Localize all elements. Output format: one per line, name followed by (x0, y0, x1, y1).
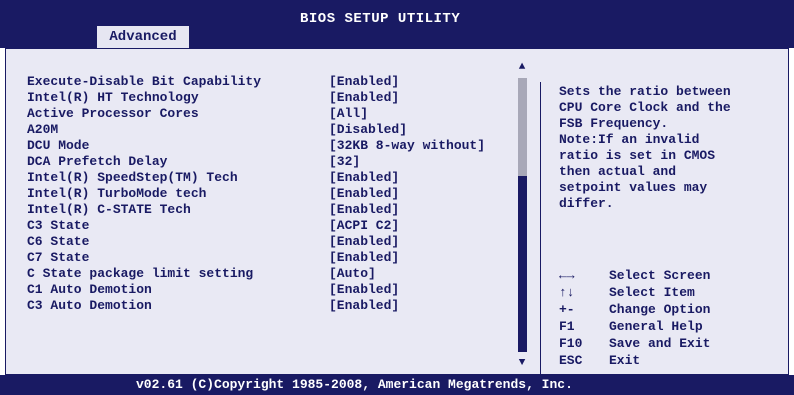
setting-row[interactable]: C1 Auto Demotion [Enabled] (27, 282, 485, 298)
setting-label: C State package limit setting (27, 266, 254, 281)
key-row: ←→ Select Screen (559, 267, 710, 284)
setting-label: DCU Mode (27, 138, 90, 153)
key-name: F1 (559, 319, 575, 334)
setting-value[interactable]: [Auto] (329, 266, 376, 282)
setting-label: C7 State (27, 250, 90, 265)
setting-label: Active Processor Cores (27, 106, 199, 121)
key-name: F10 (559, 336, 583, 351)
setting-value[interactable]: [Enabled] (329, 298, 399, 314)
setting-label: C3 State (27, 218, 90, 233)
key-row: F1 General Help (559, 318, 710, 335)
setting-row[interactable]: DCA Prefetch Delay [32] (27, 154, 485, 170)
help-line: CPU Core Clock and the (559, 100, 731, 115)
help-line: Sets the ratio between (559, 84, 731, 99)
scroll-thumb[interactable] (518, 78, 527, 176)
setting-row[interactable]: Intel(R) SpeedStep(TM) Tech [Enabled] (27, 170, 485, 186)
copyright-text: v02.61 (C)Copyright 1985-2008, American … (136, 377, 573, 392)
settings-list: Execute-Disable Bit Capability [Enabled] … (27, 74, 485, 314)
tab-advanced[interactable]: Advanced (97, 26, 189, 48)
setting-label: Intel(R) TurboMode tech (27, 186, 207, 201)
setting-label: Intel(R) HT Technology (27, 90, 199, 105)
key-action: Exit (609, 353, 641, 368)
scroll-track[interactable] (518, 176, 527, 352)
key-legend: ←→ Select Screen ↑↓ Select Item +- Change O… (559, 267, 710, 369)
key-name: ESC (559, 353, 583, 368)
setting-label: C6 State (27, 234, 90, 249)
setting-row[interactable]: A20M [Disabled] (27, 122, 485, 138)
setting-value[interactable]: [Enabled] (329, 186, 399, 202)
setting-label: DCA Prefetch Delay (27, 154, 168, 169)
key-action: Select Item (609, 285, 695, 300)
setting-value[interactable]: [Enabled] (329, 170, 399, 186)
panel-divider (540, 82, 541, 382)
setting-row[interactable]: C6 State [Enabled] (27, 234, 485, 250)
title-bar: BIOS SETUP UTILITY Advanced (0, 0, 794, 48)
footer-bar: v02.61 (C)Copyright 1985-2008, American … (0, 375, 794, 395)
setting-value[interactable]: [Enabled] (329, 250, 399, 266)
help-line: differ. (559, 196, 614, 211)
bios-title: BIOS SETUP UTILITY (300, 11, 461, 27)
key-action: Save and Exit (609, 336, 711, 351)
scrollbar[interactable]: ▲ ▼ (515, 60, 529, 370)
setting-label: Execute-Disable Bit Capability (27, 74, 262, 89)
setting-row[interactable]: Execute-Disable Bit Capability [Enabled] (27, 74, 485, 90)
key-action: Select Screen (609, 268, 711, 283)
key-row: ↑↓ Select Item (559, 284, 710, 301)
help-text: Sets the ratio between CPU Core Clock an… (559, 84, 779, 212)
setting-value[interactable]: [32] (329, 154, 360, 170)
key-name: ↑↓ (559, 285, 575, 300)
setting-row[interactable]: C State package limit setting [Auto] (27, 266, 485, 282)
setting-label: C1 Auto Demotion (27, 282, 152, 297)
setting-row[interactable]: DCU Mode [32KB 8-way without] (27, 138, 485, 154)
setting-row[interactable]: C3 State [ACPI C2] (27, 218, 485, 234)
setting-label: A20M (27, 122, 59, 137)
setting-row[interactable]: Intel(R) TurboMode tech [Enabled] (27, 186, 485, 202)
setting-value[interactable]: [Enabled] (329, 90, 399, 106)
setting-value[interactable]: [All] (329, 106, 368, 122)
key-name: +- (559, 302, 575, 317)
bios-screen: BIOS SETUP UTILITY Advanced Execute-Disa… (0, 0, 794, 395)
help-line: then actual and (559, 164, 677, 179)
setting-value[interactable]: [32KB 8-way without] (329, 138, 485, 154)
scroll-up-arrow-icon[interactable]: ▲ (515, 60, 529, 74)
setting-value[interactable]: [ACPI C2] (329, 218, 399, 234)
setting-value[interactable]: [Disabled] (329, 122, 407, 138)
key-action: General Help (609, 319, 703, 334)
setting-row[interactable]: Intel(R) HT Technology [Enabled] (27, 90, 485, 106)
help-line: ratio is set in CMOS (559, 148, 716, 163)
setting-label: Intel(R) C-STATE Tech (27, 202, 191, 217)
setting-value[interactable]: [Enabled] (329, 282, 399, 298)
setting-row[interactable]: C7 State [Enabled] (27, 250, 485, 266)
key-name: ←→ (559, 268, 575, 283)
setting-row[interactable]: Intel(R) C-STATE Tech [Enabled] (27, 202, 485, 218)
key-row: ESC Exit (559, 352, 710, 369)
setting-label: Intel(R) SpeedStep(TM) Tech (27, 170, 238, 185)
help-line: Note:If an invalid (559, 132, 700, 147)
setting-row[interactable]: C3 Auto Demotion [Enabled] (27, 298, 485, 314)
help-line: setpoint values may (559, 180, 708, 195)
setting-row[interactable]: Active Processor Cores [All] (27, 106, 485, 122)
key-row: F10 Save and Exit (559, 335, 710, 352)
setting-value[interactable]: [Enabled] (329, 74, 399, 90)
key-action: Change Option (609, 302, 711, 317)
setting-value[interactable]: [Enabled] (329, 202, 399, 218)
help-line: FSB Frequency. (559, 116, 669, 131)
key-row: +- Change Option (559, 301, 710, 318)
setting-label: C3 Auto Demotion (27, 298, 152, 313)
setting-value[interactable]: [Enabled] (329, 234, 399, 250)
scroll-down-arrow-icon[interactable]: ▼ (515, 356, 529, 370)
